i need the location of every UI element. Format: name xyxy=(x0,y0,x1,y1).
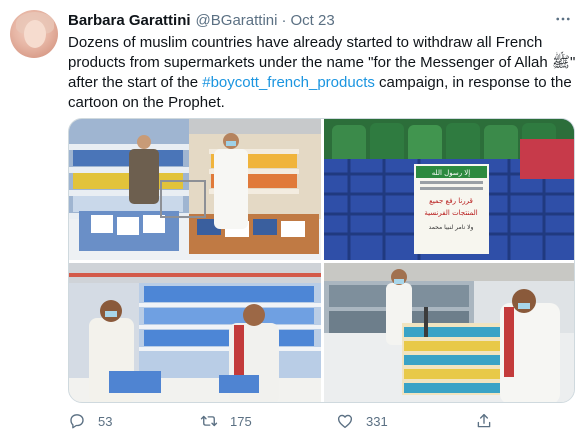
like-count: 331 xyxy=(366,413,388,429)
more-options-button[interactable] xyxy=(551,8,575,30)
photo-pallet-boxes[interactable] xyxy=(324,263,574,402)
retweet-count: 175 xyxy=(230,413,252,429)
like-button[interactable]: 331 xyxy=(336,412,388,430)
tweet-text: Dozens of muslim countries have already … xyxy=(68,33,580,113)
like-icon xyxy=(337,414,353,429)
tweet-date[interactable]: Oct 23 xyxy=(290,12,334,29)
photo-stacking-products[interactable] xyxy=(69,263,321,402)
avatar-face xyxy=(24,20,46,48)
more-icon xyxy=(556,17,570,21)
share-icon xyxy=(477,413,491,428)
media-grid: قررنا رفع جميع المنتجات الفرنسية ولا نام… xyxy=(68,118,575,403)
sign-line-2: قررنا رفع جميع xyxy=(429,197,473,205)
hashtag-link[interactable]: #boycott_french_products xyxy=(202,74,375,91)
avatar[interactable] xyxy=(10,10,58,58)
retweet-icon xyxy=(200,415,218,427)
reply-button[interactable]: 53 xyxy=(68,412,112,430)
photo-boycott-sign[interactable]: قررنا رفع جميع المنتجات الفرنسية ولا نام… xyxy=(324,119,574,260)
reply-icon xyxy=(70,414,84,429)
sign-line-1: إلا رسول الله xyxy=(432,169,471,177)
tweet[interactable]: Barbara Garattini @BGarattini · Oct 23 D… xyxy=(0,0,587,442)
separator-dot: · xyxy=(281,11,287,29)
photo-supermarket-aisle[interactable] xyxy=(69,119,321,260)
share-button[interactable] xyxy=(475,412,505,430)
sign-line-3: المنتجات الفرنسية xyxy=(424,209,477,217)
reply-count: 53 xyxy=(98,413,113,429)
author-name[interactable]: Barbara Garattini xyxy=(68,12,191,29)
tweet-actions: 53 175 331 xyxy=(68,412,548,434)
author-handle[interactable]: @BGarattini xyxy=(196,12,278,29)
retweet-button[interactable]: 175 xyxy=(200,412,252,430)
tweet-header: Barbara Garattini @BGarattini · Oct 23 xyxy=(68,10,335,30)
sign-line-4: ولا نامر لنبيا محمد xyxy=(429,224,474,231)
